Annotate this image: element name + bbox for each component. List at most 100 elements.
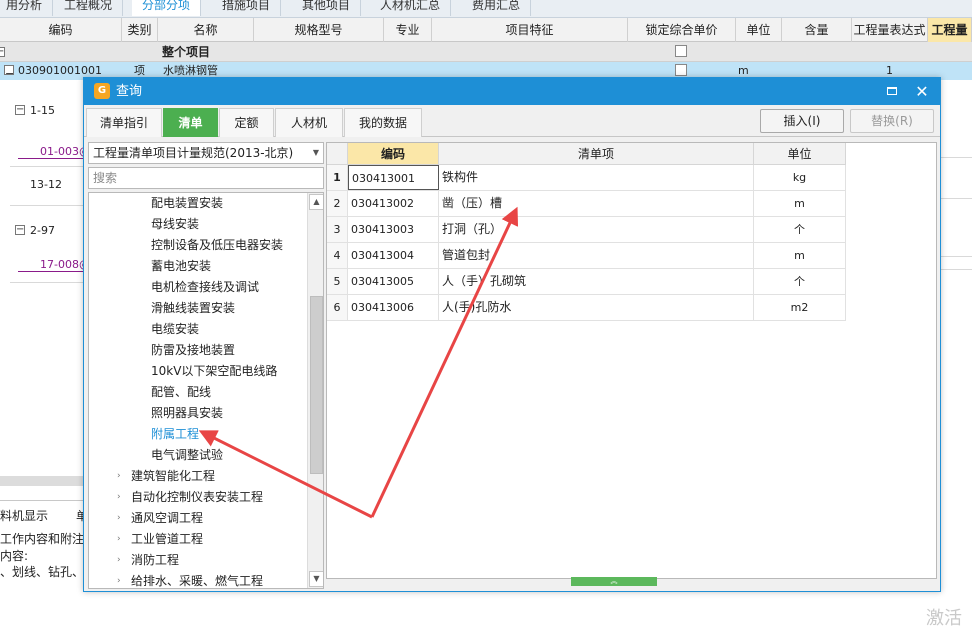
maximize-icon bbox=[887, 87, 897, 95]
tab-project-overview[interactable]: 工程概况 bbox=[54, 0, 124, 16]
scroll-thumb[interactable] bbox=[310, 296, 323, 474]
lock-checkbox[interactable] bbox=[675, 64, 687, 76]
tree-item-electrical-testing[interactable]: 电气调整试验 bbox=[151, 445, 223, 466]
insert-button[interactable]: 插入(I) bbox=[760, 109, 844, 133]
tree-item-hvac[interactable]: › 通风空调工程 bbox=[117, 508, 203, 529]
tree-item-control-equipment[interactable]: 控制设备及低压电器安装 bbox=[151, 235, 283, 256]
tree-item-lighting[interactable]: 照明器具安装 bbox=[151, 403, 223, 424]
spec-select-value: 工程量清单项目计量规范(2013-北京) bbox=[93, 146, 294, 160]
row-divider bbox=[10, 205, 84, 206]
tab-norm[interactable]: 定额 bbox=[219, 108, 274, 137]
tree-item-busbar[interactable]: 母线安装 bbox=[151, 214, 199, 235]
table-row[interactable]: 1 030413001 铁构件 kg bbox=[327, 165, 846, 191]
content-text: 、划线、钻孔、 bbox=[0, 565, 85, 579]
tab-divisional-items[interactable]: 分部分项 bbox=[132, 0, 202, 16]
collapse-box-icon[interactable]: − bbox=[0, 47, 5, 57]
tab-cost-summary[interactable]: 费用汇总 bbox=[462, 0, 532, 16]
expand-arrow-icon[interactable]: › bbox=[117, 466, 127, 487]
bottom-panel-tabs: 料机显示 单 bbox=[0, 500, 88, 526]
app-logo-icon: G bbox=[94, 83, 110, 99]
tree-scrollbar[interactable]: ▲ ▼ bbox=[307, 193, 323, 588]
whole-project-row[interactable]: − 整个项目 bbox=[0, 42, 972, 62]
row-divider bbox=[938, 269, 972, 270]
col-code[interactable]: 编码 bbox=[0, 18, 122, 42]
col-features[interactable]: 项目特征 bbox=[432, 18, 628, 42]
expand-arrow-icon[interactable]: › bbox=[117, 487, 127, 508]
scroll-down-icon[interactable]: ▼ bbox=[309, 571, 323, 587]
category-tree: 配电装置安装 母线安装 控制设备及低压电器安装 蓄电池安装 电机检查接线及调试 … bbox=[88, 192, 324, 589]
header-code[interactable]: 编码 bbox=[348, 143, 439, 165]
query-dialog: G 查询 ✕ 清单指引 清单 定额 人材机 我的数据 插入(I) 替换(R) 工… bbox=[83, 77, 941, 592]
table-row[interactable]: 6 030413006 人(手)孔防水 m2 bbox=[327, 295, 846, 321]
col-type[interactable]: 类别 bbox=[122, 18, 158, 42]
activation-watermark: 激活 bbox=[926, 608, 962, 629]
tab-material-display[interactable]: 料机显示 bbox=[0, 507, 48, 524]
col-lock-price[interactable]: 锁定综合单价 bbox=[628, 18, 736, 42]
tree-item-power-distribution[interactable]: 配电装置安装 bbox=[151, 193, 223, 214]
module-tabs: 用分析 工程概况 分部分项 措施项目 其他项目 人材机汇总 费用汇总 bbox=[0, 0, 972, 18]
tree-item-fire-protection[interactable]: › 消防工程 bbox=[117, 550, 179, 571]
close-button[interactable]: ✕ bbox=[908, 78, 936, 105]
tree-item-industrial-piping[interactable]: › 工业管道工程 bbox=[117, 529, 203, 550]
tree-row-label: 1-15 bbox=[30, 104, 55, 117]
tree-item-cable[interactable]: 电缆安装 bbox=[151, 319, 199, 340]
tree-item-motor-inspection[interactable]: 电机检查接线及调试 bbox=[151, 277, 259, 298]
collapse-box-icon[interactable]: − bbox=[4, 65, 14, 80]
table-row[interactable]: 2 030413002 凿（压）槽 m bbox=[327, 191, 846, 217]
spec-select[interactable]: 工程量清单项目计量规范(2013-北京) ▼ bbox=[88, 142, 324, 164]
expand-arrow-icon[interactable]: › bbox=[117, 508, 127, 529]
row-divider bbox=[10, 166, 84, 167]
scroll-up-icon[interactable]: ▲ bbox=[309, 194, 323, 210]
lock-checkbox[interactable] bbox=[675, 45, 687, 57]
header-list-item[interactable]: 清单项 bbox=[439, 143, 754, 165]
collapse-box-icon[interactable]: − bbox=[15, 225, 25, 235]
expand-arrow-icon[interactable]: › bbox=[117, 571, 127, 588]
whole-project-label: 整个项目 bbox=[162, 45, 211, 59]
row-divider bbox=[18, 158, 84, 159]
work-content-heading: 工作内容和附注信 bbox=[0, 532, 97, 546]
tree-item-automation-instruments[interactable]: › 自动化控制仪表安装工程 bbox=[117, 487, 263, 508]
tree-row-label: 2-97 bbox=[30, 224, 55, 237]
tree-item-overhead-line[interactable]: 10kV以下架空配电线路 bbox=[151, 361, 277, 382]
col-content[interactable]: 含量 bbox=[782, 18, 852, 42]
tab-list[interactable]: 清单 bbox=[163, 108, 218, 137]
dialog-titlebar[interactable]: G 查询 ✕ bbox=[84, 78, 940, 105]
tree-item-lightning-grounding[interactable]: 防雷及接地装置 bbox=[151, 340, 235, 361]
col-name[interactable]: 名称 bbox=[158, 18, 254, 42]
table-row[interactable]: 5 030413005 人（手）孔砌筑 个 bbox=[327, 269, 846, 295]
panel-resize-grip[interactable]: ︽ bbox=[571, 577, 657, 586]
col-spec[interactable]: 规格型号 bbox=[254, 18, 384, 42]
tab-material-summary[interactable]: 人材机汇总 bbox=[370, 0, 452, 16]
header-unit[interactable]: 单位 bbox=[754, 143, 846, 165]
expand-arrow-icon[interactable]: › bbox=[117, 550, 127, 571]
tree-item-plumbing-heating-gas[interactable]: › 给排水、采暖、燃气工程 bbox=[117, 571, 263, 588]
tab-list-guide[interactable]: 清单指引 bbox=[86, 108, 162, 137]
tab-labor-material[interactable]: 人材机 bbox=[275, 108, 343, 137]
dropdown-arrow-icon: ▼ bbox=[312, 148, 319, 157]
table-row[interactable]: 3 030413003 打洞（孔） 个 bbox=[327, 217, 846, 243]
collapse-box-icon[interactable]: − bbox=[15, 105, 25, 115]
expand-arrow-icon[interactable]: › bbox=[117, 529, 127, 550]
col-unit[interactable]: 单位 bbox=[736, 18, 782, 42]
row-divider bbox=[10, 282, 84, 283]
grid-header: 编码 类别 名称 规格型号 专业 项目特征 锁定综合单价 单位 含量 工程量表达… bbox=[0, 18, 972, 42]
table-row[interactable]: 4 030413004 管道包封 m bbox=[327, 243, 846, 269]
content-label: 内容: bbox=[0, 549, 29, 563]
tab-other-items[interactable]: 其他项目 bbox=[292, 0, 362, 16]
tree-item-trolley-line[interactable]: 滑触线装置安装 bbox=[151, 298, 235, 319]
tree-item-building-intelligence[interactable]: › 建筑智能化工程 bbox=[117, 466, 215, 487]
maximize-button[interactable] bbox=[878, 78, 906, 105]
horizontal-scrollbar[interactable] bbox=[0, 476, 84, 486]
search-input[interactable] bbox=[88, 167, 324, 189]
row-divider bbox=[938, 256, 972, 257]
tab-cost-analysis[interactable]: 用分析 bbox=[0, 0, 54, 16]
tree-item-battery[interactable]: 蓄电池安装 bbox=[151, 256, 211, 277]
tree-item-auxiliary-works[interactable]: 附属工程 bbox=[151, 424, 199, 445]
col-expression[interactable]: 工程量表达式 bbox=[852, 18, 928, 42]
replace-button[interactable]: 替换(R) bbox=[850, 109, 934, 133]
tab-my-data[interactable]: 我的数据 bbox=[344, 108, 422, 137]
col-quantity[interactable]: 工程量 bbox=[928, 18, 972, 42]
tab-measure-items[interactable]: 措施项目 bbox=[212, 0, 282, 16]
col-discipline[interactable]: 专业 bbox=[384, 18, 432, 42]
tree-item-conduit-wiring[interactable]: 配管、配线 bbox=[151, 382, 211, 403]
